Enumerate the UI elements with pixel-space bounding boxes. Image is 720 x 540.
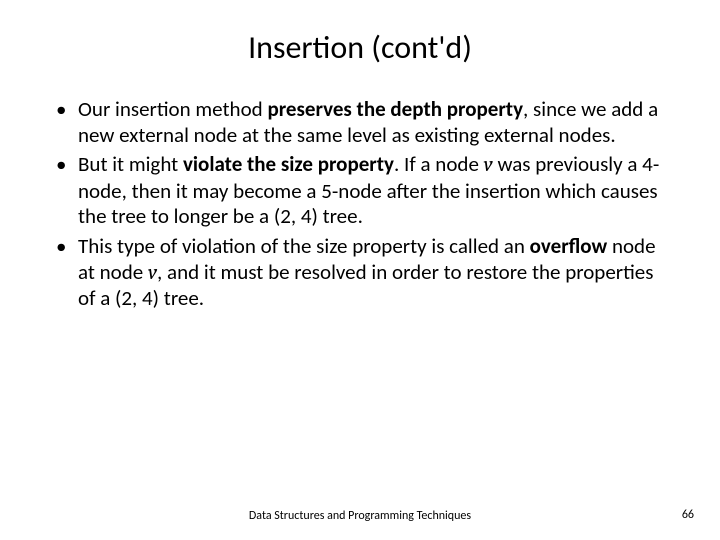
bullet-list: Our insertion method preserves the depth…	[50, 97, 670, 312]
footer-text: Data Structures and Programming Techniqu…	[249, 510, 471, 524]
footer: Data Structures and Programming Techniqu…	[0, 510, 720, 524]
bold-text: violate the size property	[183, 151, 394, 177]
text: But it might	[78, 151, 183, 177]
page-number: 66	[682, 508, 694, 522]
slide-title: Insertion (cont'd)	[50, 28, 670, 67]
text: , and it must be resolved in order to re…	[78, 259, 653, 312]
bold-text: overflow	[530, 233, 608, 259]
list-item: Our insertion method preserves the depth…	[50, 97, 670, 148]
list-item: This type of violation of the size prope…	[50, 234, 670, 312]
slide: Insertion (cont'd) Our insertion method …	[0, 0, 720, 540]
math-var: v	[484, 153, 493, 177]
list-item: But it might violate the size property. …	[50, 152, 670, 230]
bold-text: preserves the depth property	[267, 96, 523, 122]
text: . If a node	[394, 151, 484, 177]
text: Our insertion method	[78, 96, 267, 122]
text: This type of violation of the size prope…	[78, 233, 530, 259]
math-var: v	[148, 261, 157, 285]
